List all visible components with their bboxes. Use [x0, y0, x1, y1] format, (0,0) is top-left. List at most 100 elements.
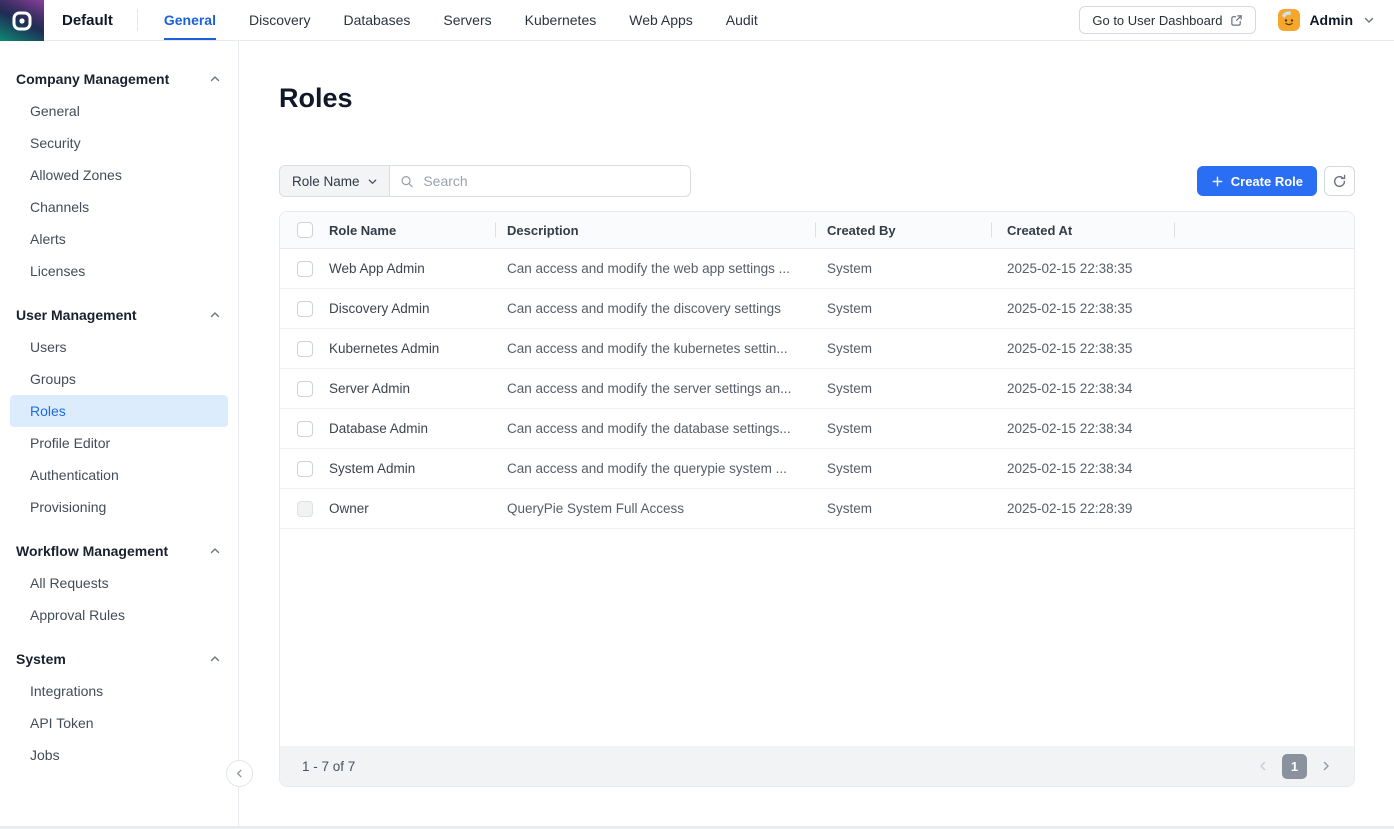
cell-description: Can access and modify the server setting… [495, 381, 815, 396]
pagination-page-1[interactable]: 1 [1282, 754, 1307, 779]
sidebar-item-general[interactable]: General [0, 95, 238, 127]
cell-created-at: 2025-02-15 22:38:34 [991, 381, 1174, 396]
workspace-name: Default [62, 12, 113, 29]
create-role-button[interactable]: Create Role [1197, 166, 1317, 196]
sidebar-item-integrations[interactable]: Integrations [0, 675, 238, 707]
user-name: Admin [1309, 12, 1353, 28]
cell-created-at: 2025-02-15 22:38:35 [991, 261, 1174, 276]
cell-role-name: System Admin [329, 461, 495, 476]
querypie-logo[interactable] [0, 0, 44, 41]
sidebar-item-approval-rules[interactable]: Approval Rules [0, 599, 238, 631]
chevron-up-icon [209, 309, 221, 321]
user-menu-chevron-down-icon[interactable] [1363, 14, 1375, 26]
sidebar-item-provisioning[interactable]: Provisioning [0, 491, 238, 523]
nav-tab-databases[interactable]: Databases [343, 0, 410, 40]
table-row[interactable]: Owner QueryPie System Full Access System… [280, 489, 1354, 529]
search-field-select[interactable]: Role Name [279, 165, 390, 197]
sidebar-section-header-workflow-management[interactable]: Workflow Management [0, 535, 238, 567]
cell-created-by: System [815, 381, 991, 396]
table-row[interactable]: Web App Admin Can access and modify the … [280, 249, 1354, 289]
sidebar-section-header-user-management[interactable]: User Management [0, 299, 238, 331]
table-row[interactable]: System Admin Can access and modify the q… [280, 449, 1354, 489]
column-header-description[interactable]: Description [495, 212, 815, 248]
row-checkbox[interactable] [297, 421, 313, 437]
sidebar-item-roles[interactable]: Roles [10, 395, 228, 427]
cell-created-at: 2025-02-15 22:38:34 [991, 461, 1174, 476]
nav-tab-servers[interactable]: Servers [443, 0, 491, 40]
nav-tab-kubernetes[interactable]: Kubernetes [525, 0, 597, 40]
table-header-row: Role Name Description Created By Created… [280, 212, 1354, 249]
toolbar-right: Create Role [1197, 166, 1355, 196]
cell-role-name: Kubernetes Admin [329, 341, 495, 356]
cell-created-at: 2025-02-15 22:38:34 [991, 421, 1174, 436]
user-avatar[interactable] [1278, 9, 1300, 31]
nav-tab-audit[interactable]: Audit [726, 0, 758, 40]
row-checkbox[interactable] [297, 381, 313, 397]
page-title: Roles [279, 83, 1355, 114]
refresh-button[interactable] [1324, 166, 1355, 196]
sidebar-item-channels[interactable]: Channels [0, 191, 238, 223]
sidebar-item-authentication[interactable]: Authentication [0, 459, 238, 491]
chevron-up-icon [209, 653, 221, 665]
table-empty-area [280, 529, 1354, 746]
nav-tab-general[interactable]: General [164, 0, 216, 40]
cell-created-by: System [815, 501, 991, 516]
sidebar-section-header-company-management[interactable]: Company Management [0, 63, 238, 95]
sidebar-item-groups[interactable]: Groups [0, 363, 238, 395]
cell-role-name: Discovery Admin [329, 301, 495, 316]
cell-description: QueryPie System Full Access [495, 501, 815, 516]
cell-description: Can access and modify the discovery sett… [495, 301, 815, 316]
row-checkbox[interactable] [297, 341, 313, 357]
roles-table: Role Name Description Created By Created… [279, 211, 1355, 787]
sidebar-item-api-token[interactable]: API Token [0, 707, 238, 739]
sidebar-item-jobs[interactable]: Jobs [0, 739, 238, 771]
table-row[interactable]: Discovery Admin Can access and modify th… [280, 289, 1354, 329]
go-to-user-dashboard-button[interactable]: Go to User Dashboard [1079, 6, 1256, 34]
column-header-created-by[interactable]: Created By [815, 212, 991, 248]
top-nav-right: Go to User Dashboard Admin [1079, 0, 1394, 40]
row-checkbox[interactable] [297, 301, 313, 317]
chevron-left-icon [234, 768, 245, 779]
header-checkbox-cell [280, 222, 329, 238]
nav-tab-web-apps[interactable]: Web Apps [629, 0, 693, 40]
cell-description: Can access and modify the kubernetes set… [495, 341, 815, 356]
row-checkbox[interactable] [297, 461, 313, 477]
sidebar-section-header-system[interactable]: System [0, 643, 238, 675]
cell-role-name: Web App Admin [329, 261, 495, 276]
sidebar-item-alerts[interactable]: Alerts [0, 223, 238, 255]
row-checkbox[interactable] [297, 261, 313, 277]
cell-created-by: System [815, 421, 991, 436]
toolbar: Role Name Create Role [279, 165, 1355, 197]
row-checkbox [297, 501, 313, 517]
chevron-up-icon [209, 545, 221, 557]
sidebar: Company Management General Security Allo… [0, 41, 239, 826]
sidebar-item-licenses[interactable]: Licenses [0, 255, 238, 287]
sidebar-item-security[interactable]: Security [0, 127, 238, 159]
column-header-created-at[interactable]: Created At [991, 212, 1174, 248]
table-footer: 1 - 7 of 7 1 [280, 746, 1354, 786]
select-all-checkbox[interactable] [297, 222, 313, 238]
table-row[interactable]: Server Admin Can access and modify the s… [280, 369, 1354, 409]
nav-divider [137, 9, 138, 31]
querypie-logo-icon [10, 9, 34, 33]
sidebar-item-users[interactable]: Users [0, 331, 238, 363]
table-row[interactable]: Kubernetes Admin Can access and modify t… [280, 329, 1354, 369]
pagination-next-icon[interactable] [1320, 760, 1332, 772]
cell-role-name: Database Admin [329, 421, 495, 436]
sidebar-item-profile-editor[interactable]: Profile Editor [0, 427, 238, 459]
nav-tab-discovery[interactable]: Discovery [249, 0, 310, 40]
sidebar-item-allowed-zones[interactable]: Allowed Zones [0, 159, 238, 191]
search-input[interactable] [421, 172, 679, 190]
chevron-down-icon [367, 176, 378, 187]
sidebar-section-company-management: Company Management General Security Allo… [0, 63, 238, 287]
pagination-prev-icon[interactable] [1257, 760, 1269, 772]
cell-description: Can access and modify the web app settin… [495, 261, 815, 276]
column-header-role-name[interactable]: Role Name [329, 212, 495, 248]
sidebar-section-system: System Integrations API Token Jobs [0, 643, 238, 771]
sidebar-collapse-button[interactable] [226, 760, 253, 787]
cell-description: Can access and modify the database setti… [495, 421, 815, 436]
table-row[interactable]: Database Admin Can access and modify the… [280, 409, 1354, 449]
sidebar-section-workflow-management: Workflow Management All Requests Approva… [0, 535, 238, 631]
sidebar-item-all-requests[interactable]: All Requests [0, 567, 238, 599]
cell-created-at: 2025-02-15 22:38:35 [991, 301, 1174, 316]
